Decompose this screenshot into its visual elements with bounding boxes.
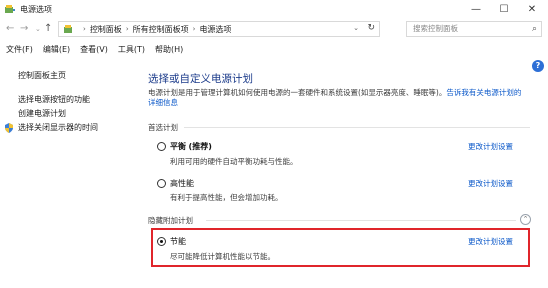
title-bar: 电源选项 — ☐ ✕ xyxy=(0,0,548,18)
forward-arrow-icon[interactable]: → xyxy=(20,22,28,36)
hidden-plans-label: 隐藏附加计划 xyxy=(148,216,193,225)
plan-balanced-name: 平衡 (推荐) xyxy=(170,141,212,152)
back-arrow-icon[interactable]: ← xyxy=(6,22,14,36)
minimize-button[interactable]: — xyxy=(462,0,490,18)
menu-file[interactable]: 文件(F) xyxy=(6,44,33,55)
plan-high-performance-name: 高性能 xyxy=(170,179,194,188)
shield-icon xyxy=(5,122,13,133)
display-off-time-link[interactable]: 选择关闭显示器的时间 xyxy=(4,122,98,133)
plan-high-performance-description: 有利于提高性能，但会增加功耗。 xyxy=(170,193,283,202)
plan-balanced-description: 利用可用的硬件自动平衡功耗与性能。 xyxy=(170,157,298,166)
plan-balanced-change-link[interactable]: 更改计划设置 xyxy=(468,141,513,152)
close-button[interactable]: ✕ xyxy=(518,0,546,18)
page-description: 电源计划是用于管理计算机如何使用电源的一套硬件和系统设置(如显示器亮度、睡眠等)… xyxy=(148,88,524,108)
maximize-button[interactable]: ☐ xyxy=(490,0,518,18)
menu-edit[interactable]: 编辑(E) xyxy=(43,44,70,55)
plan-balanced-tag: (推荐) xyxy=(188,142,212,151)
collapse-chevron-up-icon[interactable]: ⌃ xyxy=(520,214,531,225)
page-title: 选择或自定义电源计划 xyxy=(148,73,253,85)
power-button-link[interactable]: 选择电源按钮的功能 xyxy=(18,94,90,105)
refresh-icon[interactable]: ↻ xyxy=(367,23,375,33)
breadcrumb-separator-icon: › xyxy=(125,25,129,33)
breadcrumb-separator-icon: › xyxy=(83,25,86,33)
menu-bar: 文件(F) 编辑(E) 查看(V) 工具(T) 帮助(H) xyxy=(0,42,548,56)
plan-high-performance-radio[interactable] xyxy=(157,179,166,188)
preferred-plans-label: 首选计划 xyxy=(148,123,178,132)
search-icon[interactable]: ⌕ xyxy=(532,22,537,36)
up-arrow-icon[interactable]: ↑ xyxy=(44,22,52,36)
menu-view[interactable]: 查看(V) xyxy=(80,44,108,55)
help-icon[interactable]: ? xyxy=(532,60,544,72)
plan-balanced-radio[interactable] xyxy=(157,142,166,151)
display-off-time-label: 选择关闭显示器的时间 xyxy=(18,123,98,132)
window-title: 电源选项 xyxy=(20,5,52,14)
control-panel-icon xyxy=(64,25,72,33)
search-input[interactable]: 搜索控制面板 ⌕ xyxy=(406,21,542,37)
menu-tools[interactable]: 工具(T) xyxy=(118,44,145,55)
control-panel-home-link[interactable]: 控制面板主页 xyxy=(18,70,66,81)
section-divider xyxy=(206,220,516,221)
recent-locations-chevron-icon[interactable]: ⌄ xyxy=(35,22,41,36)
create-power-plan-link[interactable]: 创建电源计划 xyxy=(18,108,66,119)
search-placeholder: 搜索控制面板 xyxy=(413,24,458,33)
menu-help[interactable]: 帮助(H) xyxy=(155,44,183,55)
breadcrumb-separator-icon: › xyxy=(192,25,196,33)
highlight-box xyxy=(151,228,530,267)
plan-high-performance-change-link[interactable]: 更改计划设置 xyxy=(468,178,513,189)
section-divider xyxy=(184,127,530,128)
breadcrumb-power-options[interactable]: 电源选项 xyxy=(199,24,231,35)
left-navigation-pane: 控制面板主页 选择电源按钮的功能 创建电源计划 选择关闭显示器的时间 xyxy=(0,56,138,288)
power-options-icon xyxy=(5,5,15,13)
breadcrumb: › 控制面板 › 所有控制面板项 › 电源选项 xyxy=(79,24,231,35)
plan-balanced-label: 平衡 xyxy=(170,142,186,151)
description-text: 电源计划是用于管理计算机如何使用电源的一套硬件和系统设置(如显示器亮度、睡眠等)… xyxy=(148,88,447,97)
breadcrumb-control-panel[interactable]: 控制面板 xyxy=(90,24,122,35)
address-row: ← → ⌄ ↑ › 控制面板 › 所有控制面板项 › 电源选项 ⌄ ↻ 搜索控制… xyxy=(0,18,548,40)
address-bar[interactable]: › 控制面板 › 所有控制面板项 › 电源选项 ⌄ ↻ xyxy=(58,21,380,37)
address-dropdown-icon[interactable]: ⌄ xyxy=(353,24,359,32)
breadcrumb-all-items[interactable]: 所有控制面板项 xyxy=(133,24,189,35)
